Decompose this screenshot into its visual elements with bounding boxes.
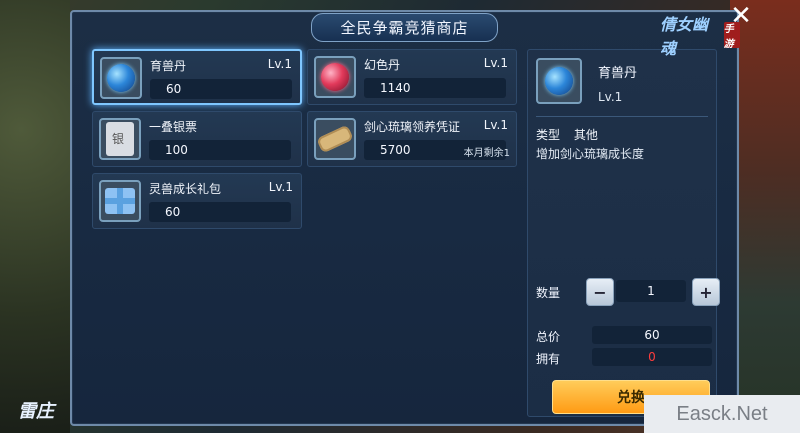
quantity-row: 数量 − 1 + (536, 278, 720, 308)
detail-divider (536, 116, 708, 117)
item-level: Lv.1 (267, 57, 292, 71)
game-logo: 倩女幽魂 手游 (660, 15, 740, 58)
item-grid: 育兽丹 Lv.1 60 幻色丹 Lv.1 1140 一叠银票 100 剑心琉璃领… (92, 49, 522, 239)
item-level: Lv.1 (483, 118, 508, 132)
total-value: 60 (592, 326, 712, 344)
item-name: 一叠银票 (149, 120, 198, 134)
minus-icon: − (593, 282, 607, 302)
owned-label: 拥有 (536, 352, 561, 366)
blue-orb-icon (100, 57, 142, 99)
detail-type: 类型 其他 (536, 126, 598, 143)
item-name: 幻色丹 (364, 58, 401, 72)
item-price: 1140 (364, 78, 506, 98)
blue-orb-icon (536, 58, 582, 104)
decrease-quantity-button[interactable]: − (586, 278, 614, 306)
increase-quantity-button[interactable]: + (692, 278, 720, 306)
quantity-value[interactable]: 1 (616, 280, 686, 302)
item-card-huansedan[interactable]: 幻色丹 Lv.1 1140 (307, 49, 517, 105)
item-name: 剑心琉璃领养凭证 (364, 120, 461, 134)
total-price-row: 总价 60 (536, 326, 716, 346)
background-right-scene (730, 0, 800, 433)
red-orb-icon (314, 56, 356, 98)
item-stock-note: 本月剩余1 (463, 148, 510, 159)
logo-text: 倩女幽魂 (660, 15, 709, 58)
background-left-scene (0, 0, 70, 433)
plus-icon: + (699, 282, 713, 302)
quantity-label: 数量 (536, 286, 561, 300)
item-price: 60 (150, 79, 292, 99)
owned-row: 拥有 0 (536, 348, 716, 368)
item-price: 100 (149, 140, 291, 160)
shop-title: 全民争霸竞猜商店 (311, 12, 498, 42)
type-label: 类型 (536, 128, 561, 142)
detail-item-level: Lv.1 (598, 90, 623, 104)
item-level: Lv.1 (268, 180, 293, 194)
item-card-yushoudan[interactable]: 育兽丹 Lv.1 60 (92, 49, 302, 105)
type-value: 其他 (573, 128, 598, 142)
logo-seal: 手游 (723, 22, 740, 50)
item-card-yidieyinpiao[interactable]: 一叠银票 100 (92, 111, 302, 167)
item-card-lingshou-gift[interactable]: 灵兽成长礼包 Lv.1 60 (92, 173, 302, 229)
detail-item-name: 育兽丹 (598, 66, 638, 81)
item-level: Lv.1 (483, 56, 508, 70)
gift-box-icon (99, 180, 141, 222)
watermark: Easck.Net (644, 395, 800, 433)
item-detail-panel: 育兽丹 Lv.1 类型 其他 增加剑心琉璃成长度 数量 − 1 + 总价 60 … (527, 49, 720, 417)
total-label: 总价 (536, 330, 561, 344)
silver-note-icon (99, 118, 141, 160)
owned-value: 0 (592, 348, 712, 366)
shop-panel: 全民争霸竞猜商店 育兽丹 Lv.1 60 幻色丹 Lv.1 1140 一叠银票 … (70, 10, 739, 426)
corner-logo: 雷庄 (18, 401, 54, 422)
item-name: 育兽丹 (150, 59, 187, 73)
item-name: 灵兽成长礼包 (149, 182, 222, 196)
item-card-jianxinliuli-voucher[interactable]: 剑心琉璃领养凭证 Lv.1 5700 本月剩余1 (307, 111, 517, 167)
scroll-icon (314, 118, 356, 160)
detail-description: 增加剑心琉璃成长度 (536, 147, 645, 161)
title-bar: 全民争霸竞猜商店 (72, 12, 737, 42)
item-price: 60 (149, 202, 291, 222)
